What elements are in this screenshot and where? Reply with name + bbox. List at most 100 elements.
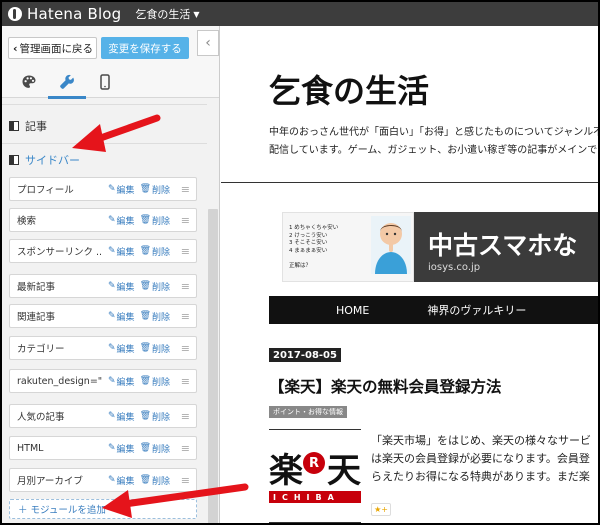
nav-item-valkyrie[interactable]: 神界のヴァルキリー: [427, 302, 526, 318]
post-date[interactable]: 2017-08-05: [269, 348, 341, 362]
edit-label: 編集: [116, 312, 135, 323]
star-button[interactable]: ★+: [371, 503, 391, 516]
global-nav: HOME 神界のヴァルキリー: [269, 296, 598, 324]
module-item[interactable]: 関連記事 ✎ 編集 🗑 削除 ≡: [9, 304, 197, 328]
module-delete-link[interactable]: 🗑 削除: [140, 310, 170, 323]
drag-handle-icon[interactable]: ≡: [181, 410, 190, 423]
pencil-icon: ✎: [108, 343, 116, 353]
module-delete-link[interactable]: 🗑 削除: [140, 183, 170, 196]
drag-handle-icon[interactable]: ≡: [181, 183, 190, 196]
ad-banner[interactable]: 1 めちゃくちゃ安い 2 けっこう安い 3 そこそこ安い 4 まぁまぁ安い 正解…: [282, 212, 598, 282]
collapse-sidebar-button[interactable]: ‹: [197, 30, 219, 56]
drag-handle-icon[interactable]: ≡: [181, 474, 190, 487]
blog-switcher[interactable]: 乞食の生活 ▼: [135, 6, 199, 22]
module-edit-link[interactable]: ✎ 編集: [108, 342, 135, 355]
module-item[interactable]: 月別アーカイブ ✎ 編集 🗑 削除 ≡: [9, 468, 197, 492]
ad-list-line: 4 まぁまぁ安い: [289, 247, 328, 254]
pencil-icon: ✎: [108, 411, 116, 421]
trash-icon: 🗑: [139, 475, 151, 485]
module-edit-link[interactable]: ✎ 編集: [108, 442, 135, 455]
ad-list: 1 めちゃくちゃ安い 2 けっこう安い 3 そこそこ安い 4 まぁまぁ安い 正解…: [289, 225, 338, 270]
edit-label: 編集: [116, 444, 135, 455]
palette-icon: [22, 75, 36, 88]
module-edit-link[interactable]: ✎ 編集: [108, 183, 135, 196]
module-edit-link[interactable]: ✎ 編集: [108, 375, 135, 388]
nav-item-home[interactable]: HOME: [336, 304, 369, 317]
drag-handle-icon[interactable]: ≡: [181, 214, 190, 227]
edit-label: 編集: [116, 476, 135, 487]
module-delete-link[interactable]: 🗑 削除: [140, 342, 170, 355]
drag-handle-icon[interactable]: ≡: [181, 280, 190, 293]
hatena-topbar: Hatena Blog 乞食の生活 ▼: [2, 2, 598, 26]
blog-title[interactable]: 乞食の生活: [269, 66, 429, 112]
section-article[interactable]: 記事: [9, 118, 47, 134]
drag-handle-icon[interactable]: ≡: [181, 342, 190, 355]
chevron-left-icon: ‹: [13, 41, 18, 55]
section-sidebar-label: サイドバー: [25, 154, 80, 167]
module-name: HTML: [17, 442, 44, 454]
module-delete-link[interactable]: 🗑 削除: [140, 214, 170, 227]
smartphone-icon: [100, 74, 110, 90]
save-changes-button[interactable]: 変更を保存する: [101, 37, 189, 59]
section-divider: [2, 143, 207, 144]
module-delete-link[interactable]: 🗑 削除: [140, 375, 170, 388]
ad-right-panel: 中古スマホな iosys.co.jp: [414, 212, 598, 282]
edit-label: 編集: [116, 185, 135, 196]
module-name: 月別アーカイブ: [17, 476, 83, 487]
trash-icon: 🗑: [139, 343, 151, 353]
category-badge[interactable]: ポイント・お得な情報: [269, 406, 347, 418]
rakuten-ichiba-band: ICHIBA: [269, 491, 361, 503]
tab-customize[interactable]: [48, 66, 86, 99]
add-module-button[interactable]: ＋ モジュールを追加: [9, 499, 197, 519]
ad-list-line: 2 けっこう安い: [289, 232, 328, 239]
sidebar-scrollbar[interactable]: [208, 209, 218, 523]
hatena-logo[interactable]: Hatena Blog: [8, 5, 121, 23]
module-item[interactable]: rakuten_design="... ✎ 編集 🗑 削除 ≡: [9, 369, 197, 393]
module-edit-link[interactable]: ✎ 編集: [108, 280, 135, 293]
post-title[interactable]: 【楽天】楽天の無料会員登録方法: [269, 375, 502, 397]
tab-design[interactable]: [10, 66, 48, 98]
module-delete-link[interactable]: 🗑 削除: [140, 442, 170, 455]
module-item[interactable]: 検索 ✎ 編集 🗑 削除 ≡: [9, 208, 197, 232]
blog-preview: 乞食の生活 中年のおっさん世代が「面白い」「お得」と感じたものについてジャンル不…: [221, 26, 598, 523]
trash-icon: 🗑: [139, 281, 151, 291]
post-excerpt: 「楽天市場」をはじめ、楽天の様々なサービ は楽天の会員登録が必要になります。会員…: [371, 432, 598, 486]
module-delete-link[interactable]: 🗑 削除: [140, 474, 170, 487]
module-item[interactable]: スポンサーリンク ... ✎ 編集 🗑 削除 ≡: [9, 239, 197, 263]
drag-handle-icon[interactable]: ≡: [181, 442, 190, 455]
module-edit-link[interactable]: ✎ 編集: [108, 474, 135, 487]
module-item[interactable]: HTML ✎ 編集 🗑 削除 ≡: [9, 436, 197, 460]
module-item[interactable]: 最新記事 ✎ 編集 🗑 削除 ≡: [9, 274, 197, 298]
drag-handle-icon[interactable]: ≡: [181, 375, 190, 388]
description-line: 中年のおっさん世代が「面白い」「お得」と感じたものについてジャンル不: [269, 127, 598, 138]
section-sidebar[interactable]: サイドバー: [9, 152, 80, 168]
module-edit-link[interactable]: ✎ 編集: [108, 410, 135, 423]
module-edit-link[interactable]: ✎ 編集: [108, 310, 135, 323]
rakuten-thumbnail[interactable]: 楽 R 天 ICHIBA: [269, 429, 361, 523]
thumb-rule: [269, 522, 361, 523]
drag-handle-icon[interactable]: ≡: [181, 310, 190, 323]
module-edit-link[interactable]: ✎ 編集: [108, 245, 135, 258]
pencil-icon: ✎: [108, 311, 116, 321]
ad-list-line: [289, 255, 338, 263]
layout-icon: [9, 155, 19, 165]
back-to-admin-button[interactable]: ‹ 管理画面に戻る: [8, 37, 97, 59]
module-item[interactable]: 人気の記事 ✎ 編集 🗑 削除 ≡: [9, 404, 197, 428]
layout-icon: [9, 121, 19, 131]
trash-icon: 🗑: [139, 215, 151, 225]
ad-left-panel: 1 めちゃくちゃ安い 2 けっこう安い 3 そこそこ安い 4 まぁまぁ安い 正解…: [282, 212, 414, 282]
module-delete-link[interactable]: 🗑 削除: [140, 410, 170, 423]
trash-icon: 🗑: [139, 311, 151, 321]
module-item[interactable]: カテゴリー ✎ 編集 🗑 削除 ≡: [9, 336, 197, 360]
module-delete-link[interactable]: 🗑 削除: [140, 245, 170, 258]
ad-url: iosys.co.jp: [428, 262, 481, 273]
delete-label: 削除: [152, 412, 171, 423]
module-item[interactable]: プロフィール ✎ 編集 🗑 削除 ≡: [9, 177, 197, 201]
module-delete-link[interactable]: 🗑 削除: [140, 280, 170, 293]
pencil-icon: ✎: [108, 475, 116, 485]
module-edit-link[interactable]: ✎ 編集: [108, 214, 135, 227]
trash-icon: 🗑: [139, 443, 151, 453]
rakuten-r-icon: R: [303, 452, 325, 474]
drag-handle-icon[interactable]: ≡: [181, 245, 190, 258]
tab-smartphone[interactable]: [86, 66, 124, 98]
